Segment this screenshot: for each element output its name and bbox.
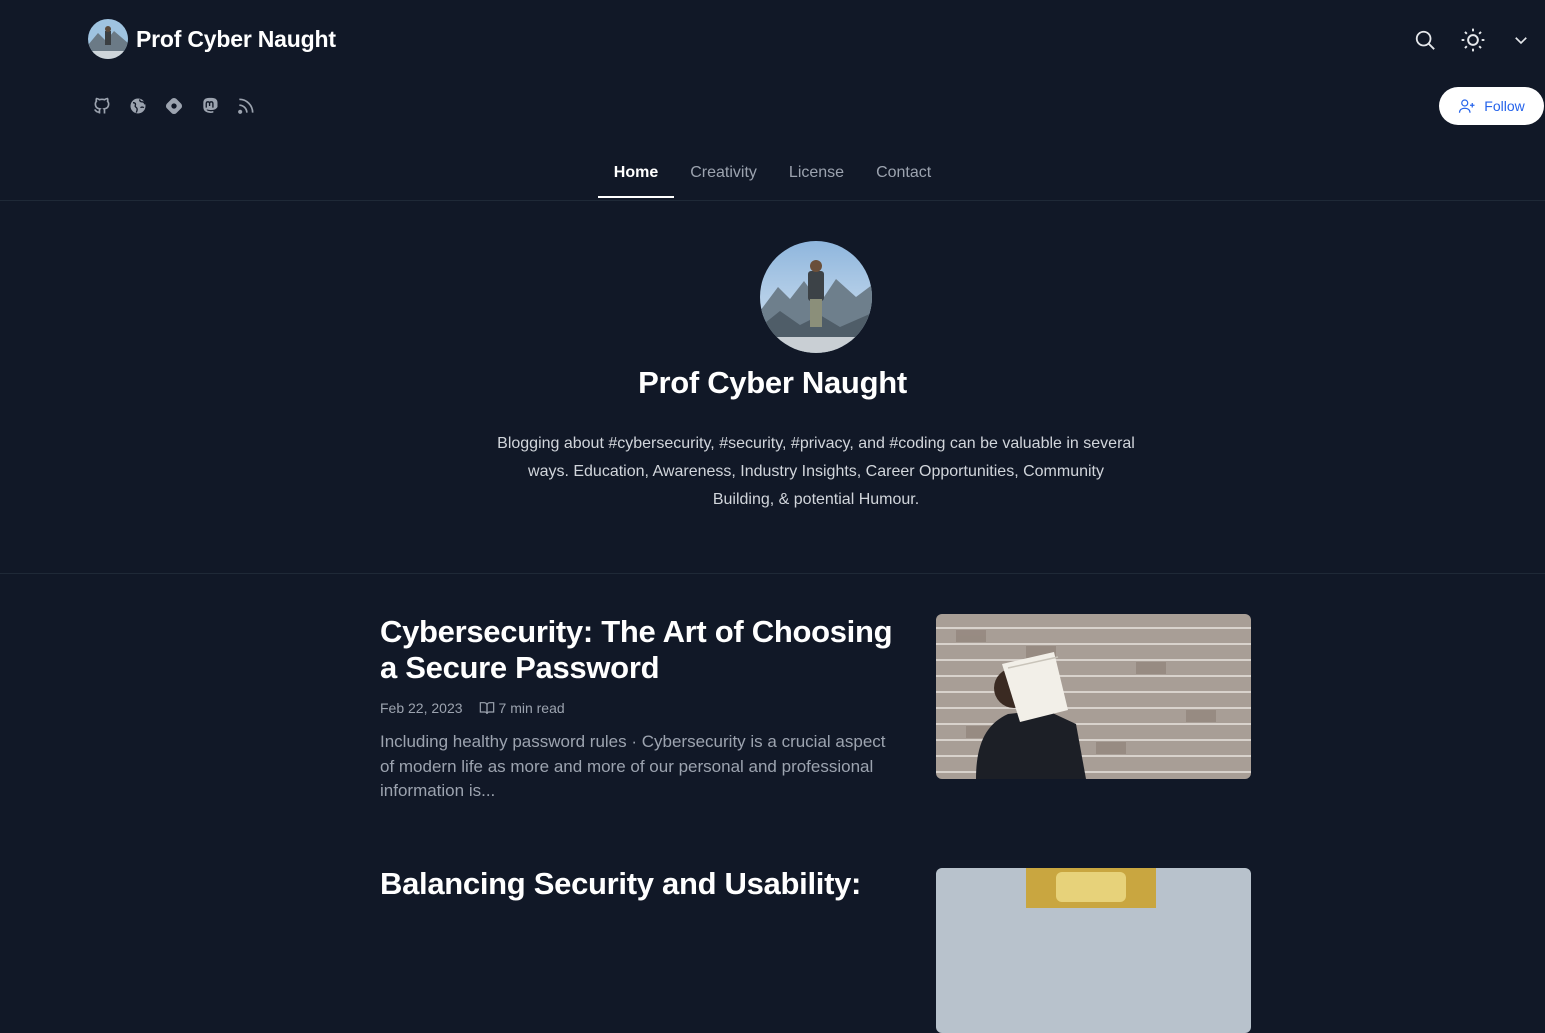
search-icon [1415,30,1435,50]
follow-button[interactable]: Follow [1439,87,1544,125]
rss-icon [238,98,254,114]
mastodon-icon [203,97,218,114]
hashnode-link[interactable] [160,90,188,122]
hashnode-icon [165,97,183,115]
profile-bio: Blogging about #cybersecurity, #security… [497,435,1135,508]
read-time: 7 min read [479,700,565,716]
menu-dropdown-button[interactable] [1497,24,1545,56]
post-title[interactable]: Balancing Security and Usability: [380,866,900,902]
search-button[interactable] [1401,24,1449,56]
post-date: Feb 22, 2023 [380,700,463,716]
tab-home[interactable]: Home [597,150,675,198]
tab-contact[interactable]: Contact [860,150,947,198]
post-cover-image[interactable] [936,614,1251,779]
brand-link[interactable]: Prof Cyber Naught [88,19,336,59]
github-link[interactable] [88,90,116,122]
site-title: Prof Cyber Naught [136,25,336,52]
chevron-down-icon [1515,37,1527,45]
main-nav: Home Creativity License Contact [0,150,1545,198]
website-link[interactable] [124,90,152,122]
profile-section: Prof Cyber Naught Blogging about #cybers… [0,201,1545,574]
rss-link[interactable] [232,90,260,122]
brand-avatar [88,19,128,59]
read-time-label: 7 min read [498,700,565,716]
tab-license[interactable]: License [773,150,860,198]
post-card[interactable]: Cybersecurity: The Art of Choosing a Sec… [380,614,1251,804]
sun-icon [1461,28,1485,52]
post-title[interactable]: Cybersecurity: The Art of Choosing a Sec… [380,614,900,686]
post-excerpt: Including healthy password rules · Cyber… [380,732,886,800]
profile-avatar [760,241,872,353]
mastodon-link[interactable] [196,90,224,122]
post-card[interactable]: Balancing Security and Usability: [380,866,1251,1033]
theme-toggle-button[interactable] [1449,24,1497,56]
follow-label: Follow [1484,98,1525,114]
github-icon [94,97,110,114]
user-plus-icon [1459,99,1475,113]
globe-icon [130,98,146,114]
post-cover-image[interactable] [936,868,1251,1033]
site-header: Prof Cyber Naught Follow Home Creativity… [0,0,1545,201]
profile-name: Prof Cyber Naught [638,365,907,400]
tab-creativity[interactable]: Creativity [674,150,773,198]
book-open-icon [479,702,494,715]
